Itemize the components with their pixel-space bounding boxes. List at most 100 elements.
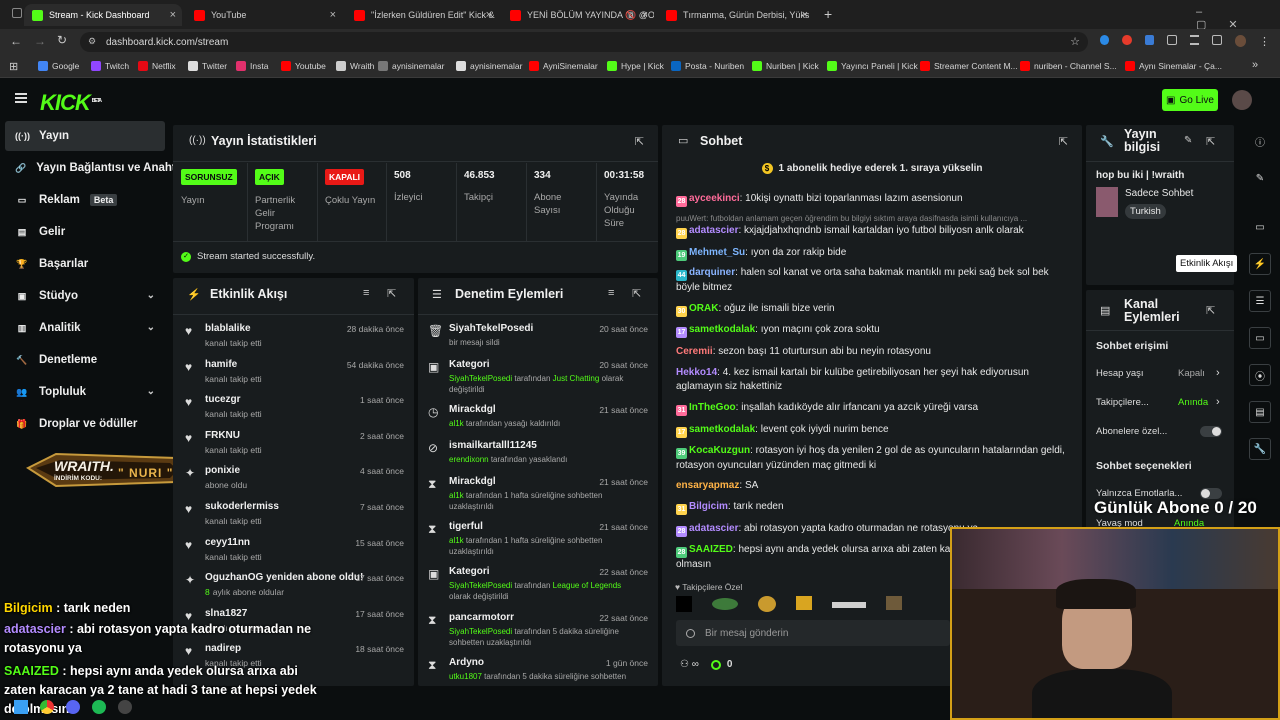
chat-message[interactable]: ensaryapmaz: SA <box>676 479 1068 493</box>
quickaction-icon[interactable]: ▭ <box>1249 216 1271 238</box>
apps-grid-icon[interactable]: ⊞ <box>9 60 18 73</box>
chat-username[interactable]: ayceekinci <box>689 193 740 204</box>
close-tab-icon[interactable]: × <box>170 9 176 21</box>
bookmark-item[interactable]: Hype | Kick <box>607 61 664 71</box>
chat-message[interactable]: Hekko14: 4. kez ismail kartalı bir kulüb… <box>676 366 1068 394</box>
chat-message[interactable]: 19 Mehmet_Su: ıyon da zor rakip bide <box>676 246 1068 261</box>
chat-username[interactable]: ensaryapmaz <box>676 480 739 491</box>
popout-icon[interactable]: ⇱ <box>632 287 641 300</box>
sidebar-item-8[interactable]: 👥 Topluluk ⌄ <box>5 377 165 407</box>
chevron-down-icon[interactable]: ⌄ <box>147 322 155 333</box>
site-info-icon[interactable]: ⚙ <box>88 36 96 47</box>
sidebar-item-1[interactable]: 🔗 Yayın Bağlantısı ve Anahtar <box>5 153 187 183</box>
activity-row[interactable]: ♥ ceyy11nn kanalı takip etti 15 saat önce <box>173 535 414 571</box>
activity-feed-toggle-icon[interactable]: ⚡ <box>1249 253 1271 275</box>
bookmark-item[interactable]: Insta <box>236 61 268 71</box>
chat-message[interactable]: 31 InTheGoo: inşallah kadıköyde alır irfa… <box>676 401 1068 416</box>
emote-icon[interactable] <box>712 598 738 610</box>
puzzle-icon[interactable] <box>1167 35 1177 45</box>
playlist-icon[interactable] <box>1189 35 1200 45</box>
popout-icon[interactable]: ⇱ <box>1206 135 1215 148</box>
chat-username[interactable]: darquiner <box>689 267 735 278</box>
emote-icon[interactable] <box>676 596 692 612</box>
extension-icon[interactable] <box>1100 35 1110 45</box>
forward-icon[interactable]: → <box>34 34 46 48</box>
tab-youtube[interactable]: YouTube × <box>186 4 342 26</box>
bookmark-item[interactable]: Wraith <box>336 61 374 71</box>
chat-username[interactable]: sametkodalak <box>689 324 755 335</box>
bookmark-item[interactable]: Youtube <box>281 61 326 71</box>
shield-icon[interactable] <box>1144 35 1155 45</box>
mod-action-row[interactable]: ⧗ Ardyno utku1807 tarafından 5 dakika süre… <box>418 655 658 686</box>
chat-username[interactable]: KocaKuzgun <box>689 445 750 456</box>
chat-access-value[interactable]: Anında <box>1178 397 1208 408</box>
pinned-gift-banner[interactable]: $ 1 abonelik hediye ederek 1. sıraya yük… <box>662 159 1082 177</box>
category-name[interactable]: Sadece Sohbet <box>1125 188 1193 199</box>
mod-action-row[interactable]: ⧗ Mirackdgl al1k tarafından 1 hafta süreli… <box>418 474 658 518</box>
mod-action-row[interactable]: ▣ Kategori SiyahTekelPosedi tarafından Lea… <box>418 564 658 608</box>
channel-actions-toggle-icon[interactable]: ▤ <box>1249 401 1271 423</box>
chevron-right-icon[interactable]: › <box>1216 367 1220 379</box>
activity-row[interactable]: ♥ hamife kanalı takip etti 54 dakika önce <box>173 357 414 393</box>
back-icon[interactable]: ← <box>10 34 22 48</box>
info-icon[interactable]: ⓘ <box>1249 130 1271 152</box>
sidebar-item-9[interactable]: 🎁 Droplar ve ödüller <box>5 409 165 439</box>
popout-icon[interactable]: ⇱ <box>387 287 396 300</box>
tab-video-1[interactable]: "İzlerken Güldüren Edit" Kick & × <box>346 4 498 26</box>
chat-username[interactable]: InTheGoo <box>689 402 736 413</box>
chat-input[interactable]: Bir mesaj gönderin <box>676 620 950 646</box>
chat-access-value[interactable]: Kapalı <box>1178 368 1205 379</box>
profile-avatar-icon[interactable] <box>1234 35 1246 47</box>
tab-search-icon[interactable] <box>12 8 22 18</box>
bookmark-item[interactable]: Netflix <box>138 61 176 71</box>
user-avatar[interactable] <box>1232 90 1252 110</box>
kick-logo[interactable]: KICK BETA <box>40 90 102 116</box>
hamburger-menu-icon[interactable] <box>15 93 27 103</box>
chat-message[interactable]: 31 Bilgicim: tarık neden <box>676 500 1068 515</box>
bookmark-item[interactable]: Yayıncı Paneli | Kick <box>827 61 918 71</box>
sidebar-item-2[interactable]: ▭ Reklam Beta <box>5 185 165 215</box>
more-bookmarks-icon[interactable]: » <box>1252 59 1258 71</box>
tab-video-3[interactable]: Tırmanma, Gürün Derbisi, Yüks × <box>658 4 814 26</box>
chat-username[interactable]: sametkodalak <box>689 424 755 435</box>
chrome-icon[interactable] <box>40 700 54 714</box>
tab-kick-dashboard[interactable]: Stream - Kick Dashboard × <box>24 4 182 26</box>
popout-icon[interactable]: ⇱ <box>1206 304 1215 317</box>
activity-row[interactable]: ♥ tucezgr kanalı takip etti 1 saat önce <box>173 392 414 428</box>
chat-toggle-icon[interactable]: ▭ <box>1249 327 1271 349</box>
chat-username[interactable]: Bilgicim <box>689 501 728 512</box>
crown-emote-icon[interactable] <box>796 596 812 610</box>
mod-action-row[interactable]: ▣ Kategori SiyahTekelPosedi tarafından Jus… <box>418 357 658 401</box>
stream-toggle-icon[interactable]: ⦿ <box>1249 364 1271 386</box>
emote-icon[interactable] <box>886 596 902 610</box>
bookmark-item[interactable]: Posta - Nuriben <box>671 61 744 71</box>
mod-action-row[interactable]: ⧗ pancarmotorr SiyahTekelPosedi tarafından… <box>418 610 658 654</box>
sidebar-item-4[interactable]: 🏆 Başarılar <box>5 249 165 279</box>
bookmark-item[interactable]: Nuriben | Kick <box>752 61 819 71</box>
spotify-icon[interactable] <box>92 700 106 714</box>
bookmark-star-icon[interactable]: ☆ <box>1070 35 1080 48</box>
chat-message[interactable]: 28 adatascier: kxjajdjahxhqndnb ismail ka… <box>676 224 1068 239</box>
bookmark-item[interactable]: Twitter <box>188 61 227 71</box>
bookmark-item[interactable]: AyniSinemalar <box>529 61 598 71</box>
bookmark-item[interactable]: Aynı Sinemalar - Ça... <box>1125 61 1222 71</box>
bookmark-item[interactable]: Twitch <box>91 61 129 71</box>
close-tab-icon[interactable]: × <box>486 9 492 21</box>
tab-video-2[interactable]: YENİ BÖLÜM YAYINDA 🔞 @O × <box>502 4 654 26</box>
chat-username[interactable]: ORAK <box>689 303 718 314</box>
mod-action-row[interactable]: ⧗ tigerful al1k tarafından 1 hafta süreliğ… <box>418 519 658 563</box>
chat-message[interactable]: 17 sametkodalak: levent çok iyiydi nurim … <box>676 423 1068 438</box>
chat-username[interactable]: Mehmet_Su <box>689 247 745 258</box>
sidebar-icon[interactable] <box>1212 35 1222 45</box>
chat-username[interactable]: adatascier <box>689 225 738 236</box>
subscriber-only-toggle[interactable] <box>1200 426 1222 437</box>
obs-icon[interactable] <box>118 700 132 714</box>
bookmark-item[interactable]: Streamer Content M... <box>920 61 1018 71</box>
chat-message[interactable]: 30 ORAK: oğuz ile ismaili bize verin <box>676 302 1068 317</box>
chat-username[interactable]: adatascier <box>689 523 738 534</box>
bookmark-item[interactable]: Google <box>38 61 79 71</box>
window-controls-icon[interactable]: –▢✕ <box>1196 6 1280 31</box>
emote-icon[interactable] <box>832 602 866 608</box>
filter-icon[interactable]: ≡ <box>363 287 369 299</box>
chat-username[interactable]: Ceremii <box>676 346 713 357</box>
